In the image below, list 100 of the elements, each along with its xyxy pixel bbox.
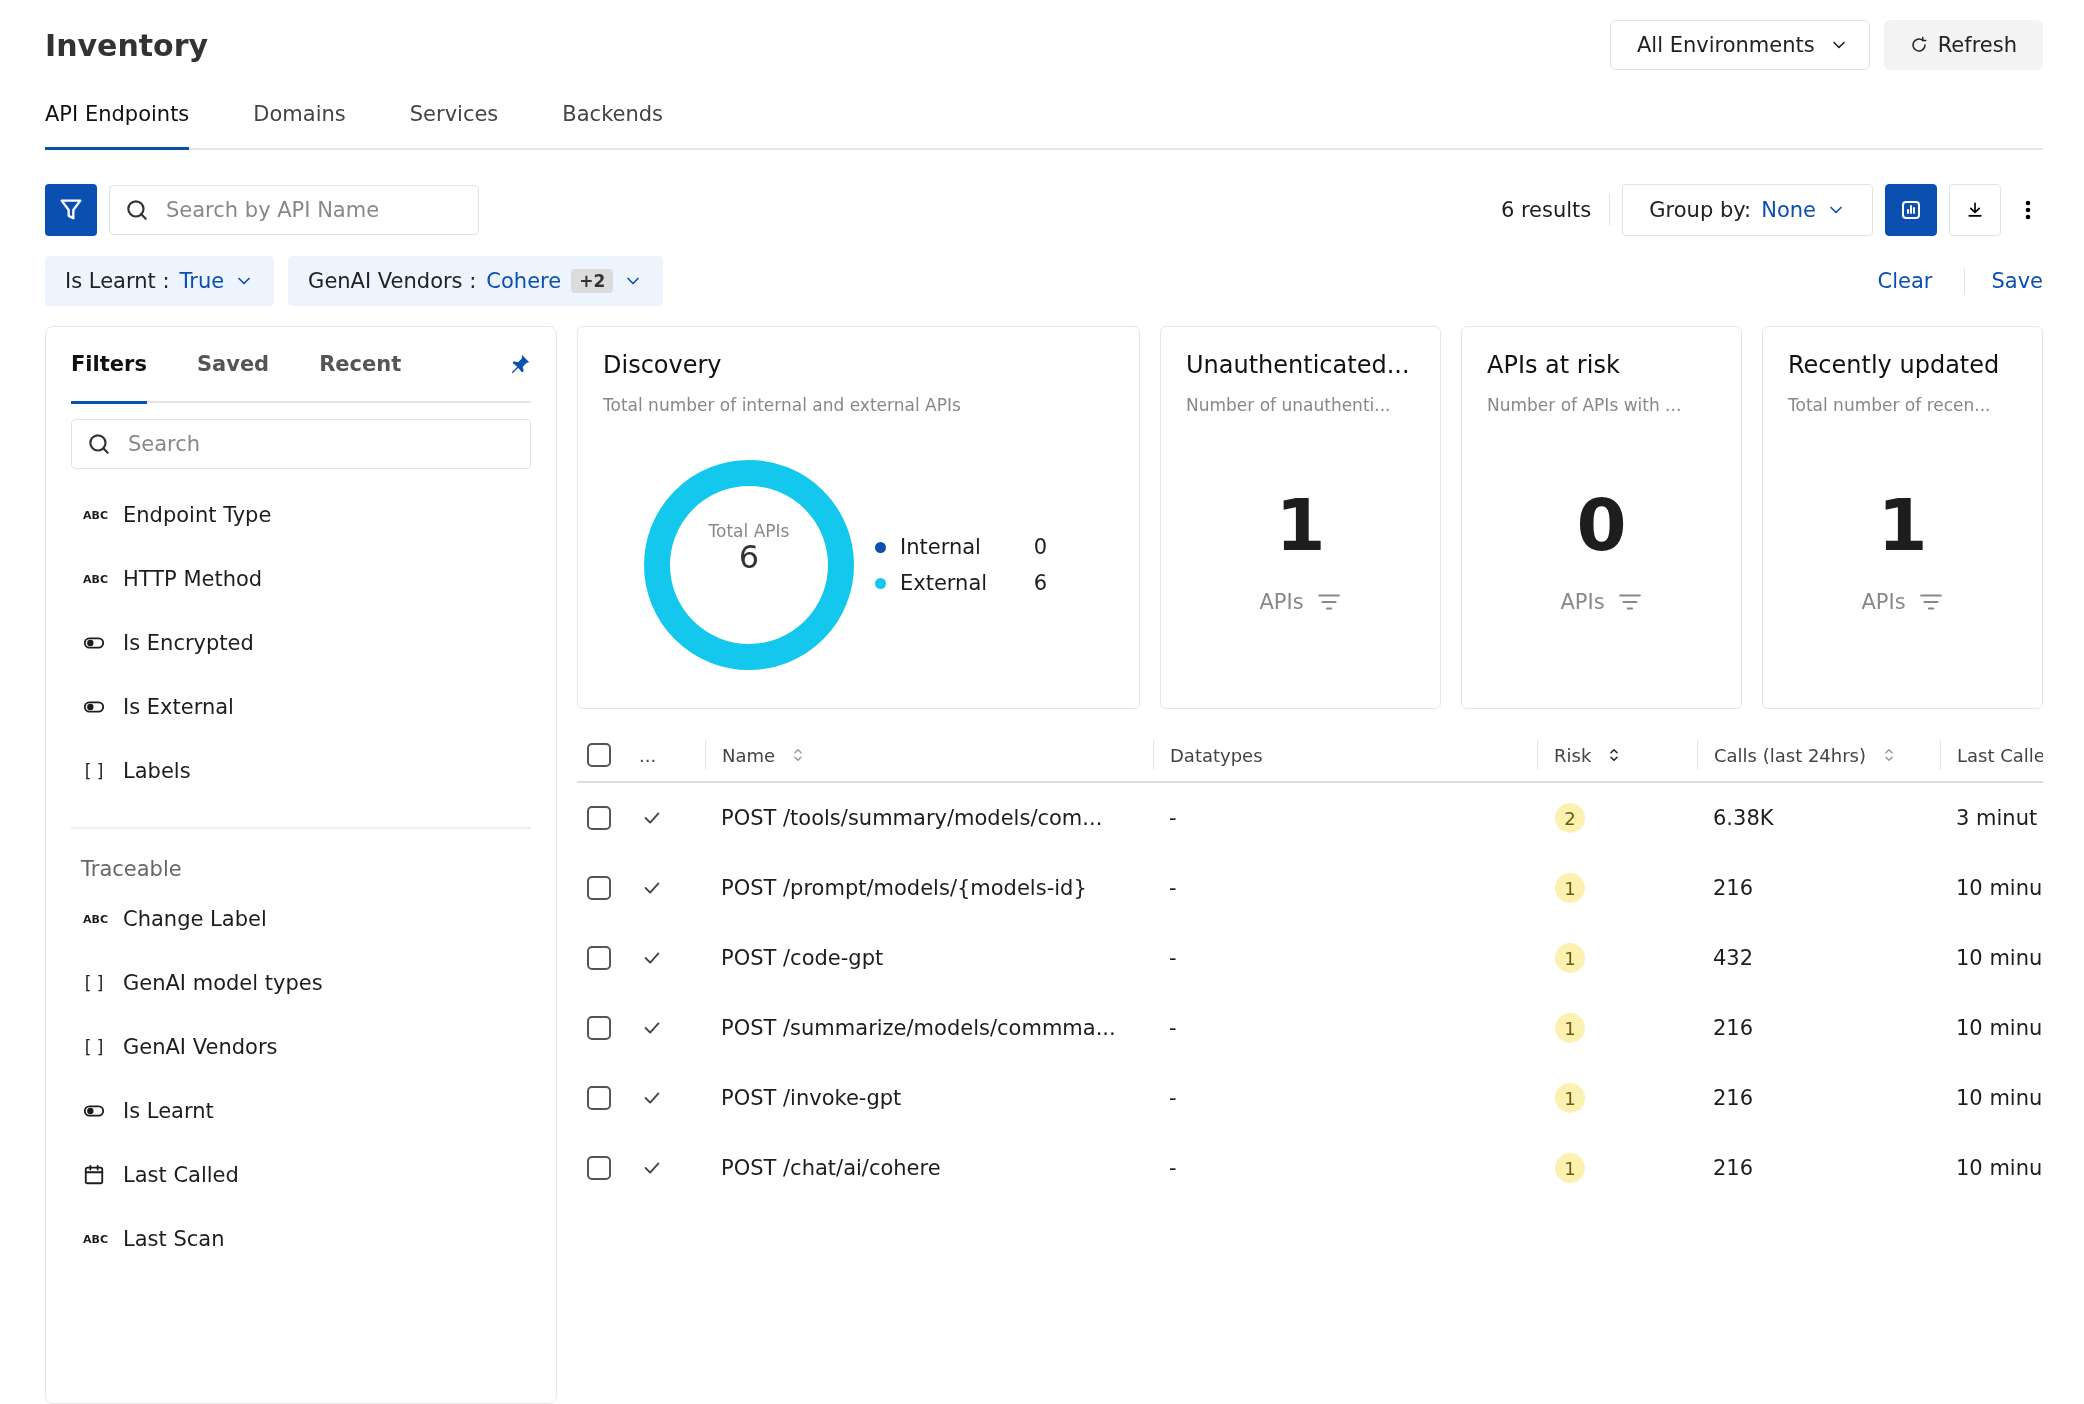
- list-type-icon: [ ]: [83, 1037, 105, 1057]
- column-header[interactable]: Datatypes: [1170, 744, 1263, 766]
- risk-badge: 1: [1555, 943, 1585, 973]
- table-cell-text: 10 minu: [1955, 876, 2043, 900]
- table-cell-text: POST /chat/ai/cohere: [720, 1156, 942, 1180]
- list-type-icon: [ ]: [83, 973, 105, 993]
- table-cell-text: -: [1168, 806, 1178, 830]
- card-title: Discovery: [603, 351, 723, 379]
- table-cell-text: 216: [1712, 876, 1755, 900]
- row-checkbox[interactable]: [587, 1086, 611, 1110]
- donut-center-label: Total APIs: [708, 521, 790, 541]
- select-all-checkbox[interactable]: [587, 743, 611, 767]
- environment-dropdown[interactable]: All Environments: [1609, 20, 1870, 70]
- filter-field-item[interactable]: ABC Last Scan: [71, 1207, 531, 1271]
- search-icon: [124, 197, 150, 223]
- legend-label: External: [900, 571, 988, 595]
- filter-field-item[interactable]: ABC Endpoint Type: [71, 483, 531, 547]
- column-header[interactable]: Last Calle: [1957, 744, 2043, 766]
- risk-badge: 1: [1555, 1013, 1585, 1043]
- table-cell-text: 6.38K: [1712, 806, 1775, 830]
- table-cell-text: -: [1168, 1086, 1178, 1110]
- table-cell-text: 10 minu: [1955, 1156, 2043, 1180]
- risk-badge: 2: [1555, 803, 1585, 833]
- card-subtitle: Number of APIs with ...: [1487, 395, 1683, 415]
- table-cell-text: POST /tools/summary/models/com...: [720, 806, 1104, 830]
- table-cell-text: POST /summarize/models/commma...: [720, 1016, 1117, 1040]
- risk-badge: 1: [1555, 1083, 1585, 1113]
- kebab-menu-icon: [2025, 200, 2031, 220]
- card-title: Unauthenticated...: [1186, 351, 1411, 379]
- tab[interactable]: Services: [409, 84, 499, 150]
- row-checkbox[interactable]: [587, 876, 611, 900]
- filter-field-item[interactable]: Is External: [71, 675, 531, 739]
- link[interactable]: Clear: [1859, 269, 1933, 293]
- legend-label: Internal: [900, 535, 981, 559]
- row-checkbox[interactable]: [587, 806, 611, 830]
- group-by-dropdown[interactable]: Group by: None: [1622, 184, 1873, 236]
- row-checkbox[interactable]: [587, 946, 611, 970]
- filter-chip[interactable]: Is Learnt : True: [45, 256, 275, 306]
- column-header[interactable]: Calls (last 24hrs): [1714, 744, 1867, 766]
- column-header[interactable]: ...: [639, 744, 657, 766]
- more-count-badge: +2: [571, 269, 614, 293]
- card-title: APIs at risk: [1487, 351, 1621, 379]
- chart-view-button[interactable]: [1885, 184, 1937, 236]
- stat-unit: APIs: [1861, 590, 1906, 614]
- table-cell-text: POST /prompt/models/{models-id}: [720, 876, 1088, 900]
- page-title: Inventory: [45, 27, 210, 63]
- link[interactable]: Save: [1964, 269, 2043, 293]
- filter-button[interactable]: [45, 184, 97, 236]
- column-header[interactable]: Name: [722, 744, 776, 766]
- table-cell-text: -: [1168, 1156, 1178, 1180]
- table-cell-text: POST /code-gpt: [720, 946, 885, 970]
- search-box[interactable]: Search: [71, 419, 531, 469]
- legend-dot: [875, 541, 886, 553]
- card-title: Recently updated: [1788, 351, 2001, 379]
- tab[interactable]: Filters: [71, 327, 147, 404]
- table-cell-text: 432: [1712, 946, 1755, 970]
- filter-field-item[interactable]: ABC HTTP Method: [71, 547, 531, 611]
- filter-field-item[interactable]: Last Called: [71, 1143, 531, 1207]
- table-cell-text: 10 minu: [1955, 1016, 2043, 1040]
- list-type-icon: [ ]: [83, 761, 105, 781]
- tab[interactable]: Recent: [319, 327, 402, 404]
- column-header[interactable]: Risk: [1554, 744, 1592, 766]
- row-checkbox[interactable]: [587, 1016, 611, 1040]
- calendar-icon: [83, 1164, 105, 1186]
- filter-chip[interactable]: GenAI Vendors : Cohere +2: [288, 256, 664, 306]
- tab[interactable]: Saved: [196, 327, 270, 404]
- legend-dot: [875, 577, 886, 589]
- filter-field-item[interactable]: ABC Change Label: [71, 887, 531, 951]
- table-cell-text: 216: [1712, 1016, 1755, 1040]
- table-cell-text: -: [1168, 1016, 1178, 1040]
- risk-badge: 1: [1555, 1153, 1585, 1183]
- filter-field-item[interactable]: [ ] GenAI Vendors: [71, 1015, 531, 1079]
- tab[interactable]: Domains: [253, 84, 346, 150]
- table-cell-text: 216: [1712, 1156, 1755, 1180]
- donut-center-value: 6: [738, 541, 760, 573]
- results-count: 6 results: [1500, 194, 1611, 226]
- table-cell-text: 3 minut: [1955, 806, 2039, 830]
- stat-unit: APIs: [1560, 590, 1605, 614]
- pin-icon[interactable]: [509, 353, 531, 375]
- table-cell-text: POST /invoke-gpt: [720, 1086, 903, 1110]
- table-cell-text: 10 minu: [1955, 1086, 2043, 1110]
- card-subtitle: Total number of recen...: [1788, 395, 1992, 415]
- search-box[interactable]: Search by API Name: [109, 185, 479, 235]
- section-heading: Traceable: [80, 856, 183, 883]
- filter-field-item[interactable]: Is Learnt: [71, 1079, 531, 1143]
- tab[interactable]: API Endpoints: [45, 84, 190, 150]
- stat-value: 0: [1575, 489, 1628, 561]
- row-checkbox[interactable]: [587, 1156, 611, 1180]
- filter-field-item[interactable]: [ ] GenAI model types: [71, 951, 531, 1015]
- bar-chart-icon: [1899, 198, 1923, 222]
- download-button[interactable]: [1949, 184, 2001, 236]
- refresh-icon: [1909, 36, 1928, 54]
- filter-field-item[interactable]: [ ] Labels: [71, 739, 531, 803]
- table-cell-text: 10 minu: [1955, 946, 2043, 970]
- filter-field-item[interactable]: Is Encrypted: [71, 611, 531, 675]
- legend-value: 0: [1032, 535, 1048, 559]
- refresh-button[interactable]: Refresh: [1883, 20, 2043, 70]
- table-cell-text: -: [1168, 876, 1178, 900]
- tab[interactable]: Backends: [562, 84, 664, 150]
- search-icon: [86, 431, 112, 457]
